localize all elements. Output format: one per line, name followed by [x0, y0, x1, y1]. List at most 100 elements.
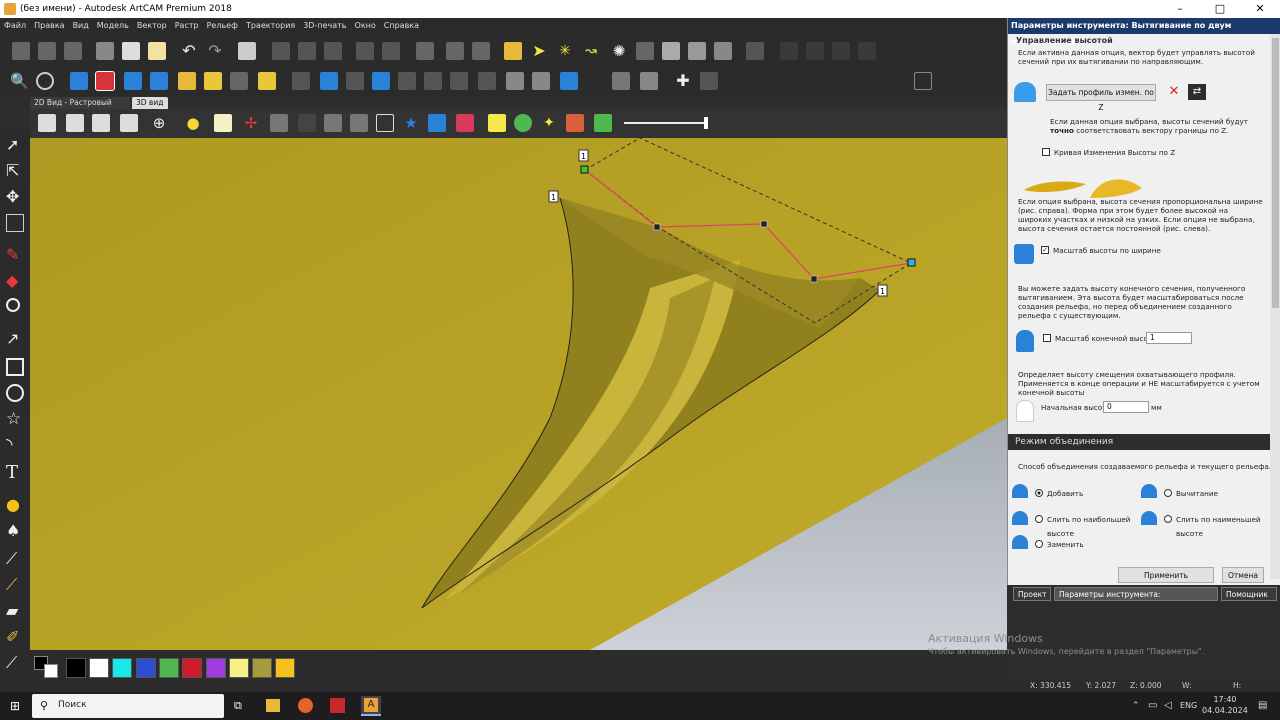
layer-icon[interactable] — [456, 114, 474, 132]
profile-node[interactable] — [810, 275, 818, 283]
sparkle-icon[interactable]: ✳ — [556, 42, 574, 60]
toolbar-icon[interactable] — [356, 42, 374, 60]
firefox-icon[interactable] — [298, 698, 313, 713]
color-swatch[interactable] — [252, 658, 272, 678]
toolbar-icon[interactable] — [636, 42, 654, 60]
toolbar-icon[interactable] — [746, 42, 764, 60]
end-scale-checkbox[interactable] — [1043, 334, 1051, 342]
relief-icon[interactable] — [124, 72, 142, 90]
autocad-icon[interactable] — [330, 698, 345, 713]
paste-icon[interactable] — [148, 42, 166, 60]
menu-3dprint[interactable]: 3D-печать — [299, 18, 350, 34]
node-edit-icon[interactable]: ⇱ — [6, 162, 24, 180]
menu-vector[interactable]: Вектор — [133, 18, 171, 34]
color-swatch[interactable] — [159, 658, 179, 678]
notifications-icon[interactable]: ▤ — [1258, 700, 1267, 711]
profile-end-node[interactable] — [907, 258, 916, 267]
text-icon[interactable]: T — [6, 464, 24, 482]
fill-icon[interactable] — [6, 298, 20, 312]
color-swatch[interactable] — [182, 658, 202, 678]
network-icon[interactable]: ▭ — [1148, 700, 1157, 711]
smudge-icon[interactable]: ✐ — [6, 628, 24, 646]
star-folder-icon[interactable] — [258, 72, 276, 90]
tray-chevron-icon[interactable]: ⌃ — [1132, 701, 1140, 711]
cancel-button[interactable]: Отмена — [1222, 567, 1264, 583]
cut-icon[interactable] — [96, 42, 114, 60]
color-swatch[interactable] — [136, 658, 156, 678]
close-button[interactable]: ✕ — [1240, 0, 1280, 18]
plus-icon[interactable]: ✚ — [674, 72, 692, 90]
cube-view-icon[interactable] — [38, 114, 56, 132]
pencil-icon[interactable]: ✎ — [6, 246, 24, 264]
relief-icon[interactable] — [506, 72, 524, 90]
relief-icon[interactable] — [640, 72, 658, 90]
menu-toolpath[interactable]: Траектория — [242, 18, 299, 34]
color-swatch[interactable] — [229, 658, 249, 678]
minimize-button[interactable]: – — [1160, 0, 1200, 18]
layer-icon[interactable] — [428, 114, 446, 132]
star-icon[interactable]: ★ — [402, 114, 420, 132]
task-view-icon[interactable]: ⧉ — [234, 700, 246, 712]
relief-icon[interactable] — [398, 72, 416, 90]
volume-icon[interactable]: ◁ — [1164, 700, 1172, 711]
vector-pen-icon[interactable]: ↗ — [6, 330, 24, 348]
relief-icon[interactable] — [346, 72, 364, 90]
color-icon[interactable] — [594, 114, 612, 132]
plane-icon[interactable] — [214, 114, 232, 132]
tab-2d-raster[interactable]: 2D Вид - Растровый слой — [30, 97, 130, 119]
color-icon[interactable] — [566, 114, 584, 132]
merge-highest-radio[interactable] — [1035, 515, 1043, 523]
toolbar-icon[interactable] — [446, 42, 464, 60]
secondary-color-swatch[interactable] — [44, 664, 58, 678]
toolbar-icon[interactable] — [382, 42, 400, 60]
toolbar-icon[interactable] — [832, 42, 850, 60]
end-scale-input[interactable]: 1 — [1146, 332, 1192, 344]
toolbar-icon[interactable] — [324, 42, 342, 60]
grid-icon[interactable] — [6, 214, 24, 232]
folder-icon[interactable] — [504, 42, 522, 60]
knife-icon[interactable]: ⟋ — [6, 654, 24, 672]
star-shape-icon[interactable]: ☆ — [6, 410, 24, 428]
zoom-slider[interactable] — [624, 122, 708, 124]
panel-scrollbar-thumb[interactable] — [1272, 38, 1279, 308]
relief-icon[interactable] — [450, 72, 468, 90]
color-swatch[interactable] — [89, 658, 109, 678]
axes-icon[interactable]: ✢ — [242, 114, 260, 132]
merge-replace-radio[interactable] — [1035, 540, 1043, 548]
tab-3d-view[interactable]: 3D вид — [132, 97, 168, 109]
light-bulb-icon[interactable]: ● — [184, 114, 202, 132]
scale-width-checkbox[interactable]: ✓ — [1041, 246, 1049, 254]
relief-icon[interactable] — [478, 72, 496, 90]
relief-icon[interactable] — [150, 72, 168, 90]
relief-icon[interactable] — [204, 72, 222, 90]
explorer-icon[interactable] — [266, 699, 280, 712]
relief-icon[interactable] — [424, 72, 442, 90]
tab-assistant[interactable]: Помощник — [1221, 587, 1277, 601]
toolbar-icon[interactable] — [662, 42, 680, 60]
open-file-icon[interactable] — [38, 42, 56, 60]
color-swatch[interactable] — [66, 658, 86, 678]
undo-icon[interactable]: ↶ — [180, 42, 198, 60]
toolbar-icon[interactable] — [472, 42, 490, 60]
merge-subtract-radio[interactable] — [1164, 489, 1172, 497]
star-icon[interactable]: ✺ — [610, 42, 628, 60]
zoom-slider-handle[interactable] — [704, 117, 708, 129]
arc-icon[interactable]: ◝ — [6, 436, 24, 454]
menu-help[interactable]: Справка — [380, 18, 423, 34]
toolbar-icon[interactable] — [858, 42, 876, 60]
copy-icon[interactable] — [122, 42, 140, 60]
toolbar-icon[interactable] — [688, 42, 706, 60]
eraser-icon[interactable]: ◆ — [6, 272, 24, 290]
sculpt-icon[interactable]: ♠ — [6, 522, 24, 540]
merge-add-radio[interactable] — [1035, 489, 1043, 497]
cube-view-icon[interactable] — [66, 114, 84, 132]
apply-button[interactable]: Применить — [1118, 567, 1214, 583]
menu-bitmap[interactable]: Растр — [171, 18, 203, 34]
tab-tool-settings[interactable]: Параметры инструмента: Вытягивание по ..… — [1054, 587, 1218, 613]
toolbar-icon[interactable] — [298, 114, 316, 132]
relief-icon[interactable] — [532, 72, 550, 90]
paint-brush-icon[interactable]: ⟋ — [6, 576, 24, 594]
snap-icon[interactable] — [914, 72, 932, 90]
globe-icon[interactable] — [36, 72, 54, 90]
menu-relief[interactable]: Рельеф — [203, 18, 242, 34]
